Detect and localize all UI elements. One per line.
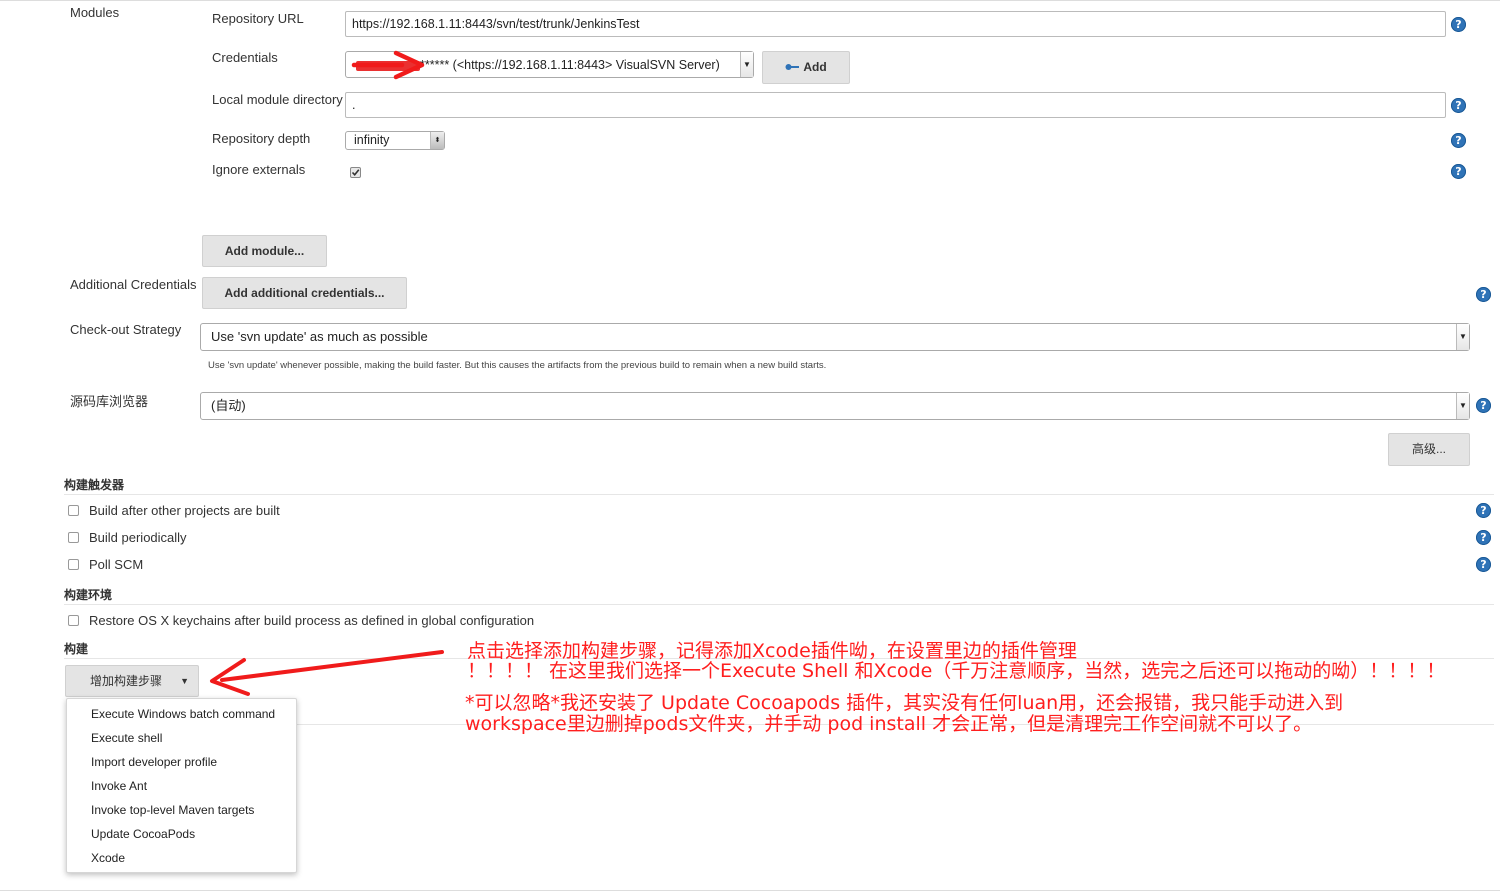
menu-item-invoke-ant[interactable]: Invoke Ant xyxy=(91,779,147,793)
key-icon xyxy=(785,52,800,83)
repository-browser-help-icon[interactable]: ? xyxy=(1476,398,1491,413)
menu-item-execute-shell[interactable]: Execute shell xyxy=(91,731,162,745)
credentials-add-label: Add xyxy=(803,60,827,74)
updown-arrows-icon: ⬍ xyxy=(430,132,444,149)
build-periodically-help-icon[interactable]: ? xyxy=(1476,530,1491,545)
checkout-strategy-value: Use 'svn update' as much as possible xyxy=(211,329,428,344)
add-build-step-label: 增加构建步骤 xyxy=(90,674,163,688)
build-after-other-help-icon[interactable]: ? xyxy=(1476,503,1491,518)
menu-item-update-cocoapods[interactable]: Update CocoaPods xyxy=(91,827,195,841)
additional-credentials-help-icon[interactable]: ? xyxy=(1476,287,1491,302)
build-title: 构建 xyxy=(64,642,89,656)
repository-browser-label: 源码库浏览器 xyxy=(70,394,149,409)
repository-url-label: Repository URL xyxy=(212,11,304,26)
ignore-externals-checkbox[interactable] xyxy=(350,167,361,178)
checkout-strategy-select[interactable]: Use 'svn update' as much as possible ▼ xyxy=(200,323,1470,351)
local-module-dir-help-icon[interactable]: ? xyxy=(1451,98,1466,113)
repository-depth-help-icon[interactable]: ? xyxy=(1451,133,1466,148)
build-step-menu: Execute Windows batch command Execute sh… xyxy=(66,698,297,873)
local-module-dir-label: Local module directory xyxy=(212,92,343,107)
add-additional-credentials-button[interactable]: Add additional credentials... xyxy=(202,277,407,309)
chevron-down-icon: ▼ xyxy=(1456,393,1469,419)
chevron-down-icon: ▼ xyxy=(1456,324,1469,350)
modules-label: Modules xyxy=(70,5,120,20)
checkout-strategy-description: Use 'svn update' whenever possible, maki… xyxy=(208,360,827,371)
dropdown-arrow-icon: ▼ xyxy=(180,676,189,686)
local-module-dir-input[interactable]: . xyxy=(345,92,1446,118)
section-divider xyxy=(64,604,1494,605)
chevron-down-icon: ▼ xyxy=(740,52,753,77)
build-periodically-checkbox[interactable] xyxy=(68,532,79,543)
arrow-left-icon xyxy=(210,650,444,696)
build-after-other-label: Build after other projects are built xyxy=(89,503,280,518)
build-after-other-checkbox[interactable] xyxy=(68,505,79,516)
repository-browser-select[interactable]: (自动) ▼ xyxy=(200,392,1470,420)
additional-credentials-label: Additional Credentials xyxy=(70,277,197,292)
poll-scm-checkbox[interactable] xyxy=(68,559,79,570)
build-triggers-title: 构建触发器 xyxy=(64,478,125,492)
annotation-line-2: ！！！！ 在这里我们选择一个Execute Shell 和Xcode（千万注意顺… xyxy=(467,660,1446,682)
credentials-add-button[interactable]: Add xyxy=(762,51,850,84)
build-environment-title: 构建环境 xyxy=(64,588,113,602)
credentials-value: (<https://192.168.1.11:8443> VisualSVN S… xyxy=(452,58,720,72)
checkout-strategy-label: Check-out Strategy xyxy=(70,322,182,337)
annotation-line-4: workspace里边删掉pods文件夹，并手动 pod install 才会正… xyxy=(465,713,1313,735)
credentials-label: Credentials xyxy=(212,50,278,65)
menu-item-import-developer-profile[interactable]: Import developer profile xyxy=(91,755,217,769)
advanced-button[interactable]: 高级... xyxy=(1388,433,1470,466)
arrow-right-icon xyxy=(351,50,425,80)
section-divider xyxy=(64,494,1494,495)
checkmark-icon xyxy=(351,169,360,177)
build-periodically-label: Build periodically xyxy=(89,530,187,545)
repository-url-input[interactable]: https://192.168.1.11:8443/svn/test/trunk… xyxy=(345,11,1446,37)
restore-keychains-label: Restore OS X keychains after build proce… xyxy=(89,613,535,628)
add-build-step-button[interactable]: 增加构建步骤 ▼ xyxy=(65,665,199,697)
menu-item-execute-windows-batch[interactable]: Execute Windows batch command xyxy=(91,707,275,721)
repository-depth-value: infinity xyxy=(354,133,390,147)
repository-browser-value: (自动) xyxy=(211,398,246,413)
add-module-button[interactable]: Add module... xyxy=(202,235,327,267)
poll-scm-help-icon[interactable]: ? xyxy=(1476,557,1491,572)
repository-url-help-icon[interactable]: ? xyxy=(1451,17,1466,32)
menu-item-invoke-maven[interactable]: Invoke top-level Maven targets xyxy=(91,803,254,817)
poll-scm-label: Poll SCM xyxy=(89,557,144,572)
repository-depth-label: Repository depth xyxy=(212,131,311,146)
restore-keychains-checkbox[interactable] xyxy=(68,615,79,626)
ignore-externals-label: Ignore externals xyxy=(212,162,306,177)
ignore-externals-help-icon[interactable]: ? xyxy=(1451,164,1466,179)
top-border xyxy=(0,0,1500,1)
repository-depth-select[interactable]: infinity ⬍ xyxy=(345,131,445,150)
bottom-border xyxy=(0,890,1500,891)
menu-item-xcode[interactable]: Xcode xyxy=(91,851,125,865)
